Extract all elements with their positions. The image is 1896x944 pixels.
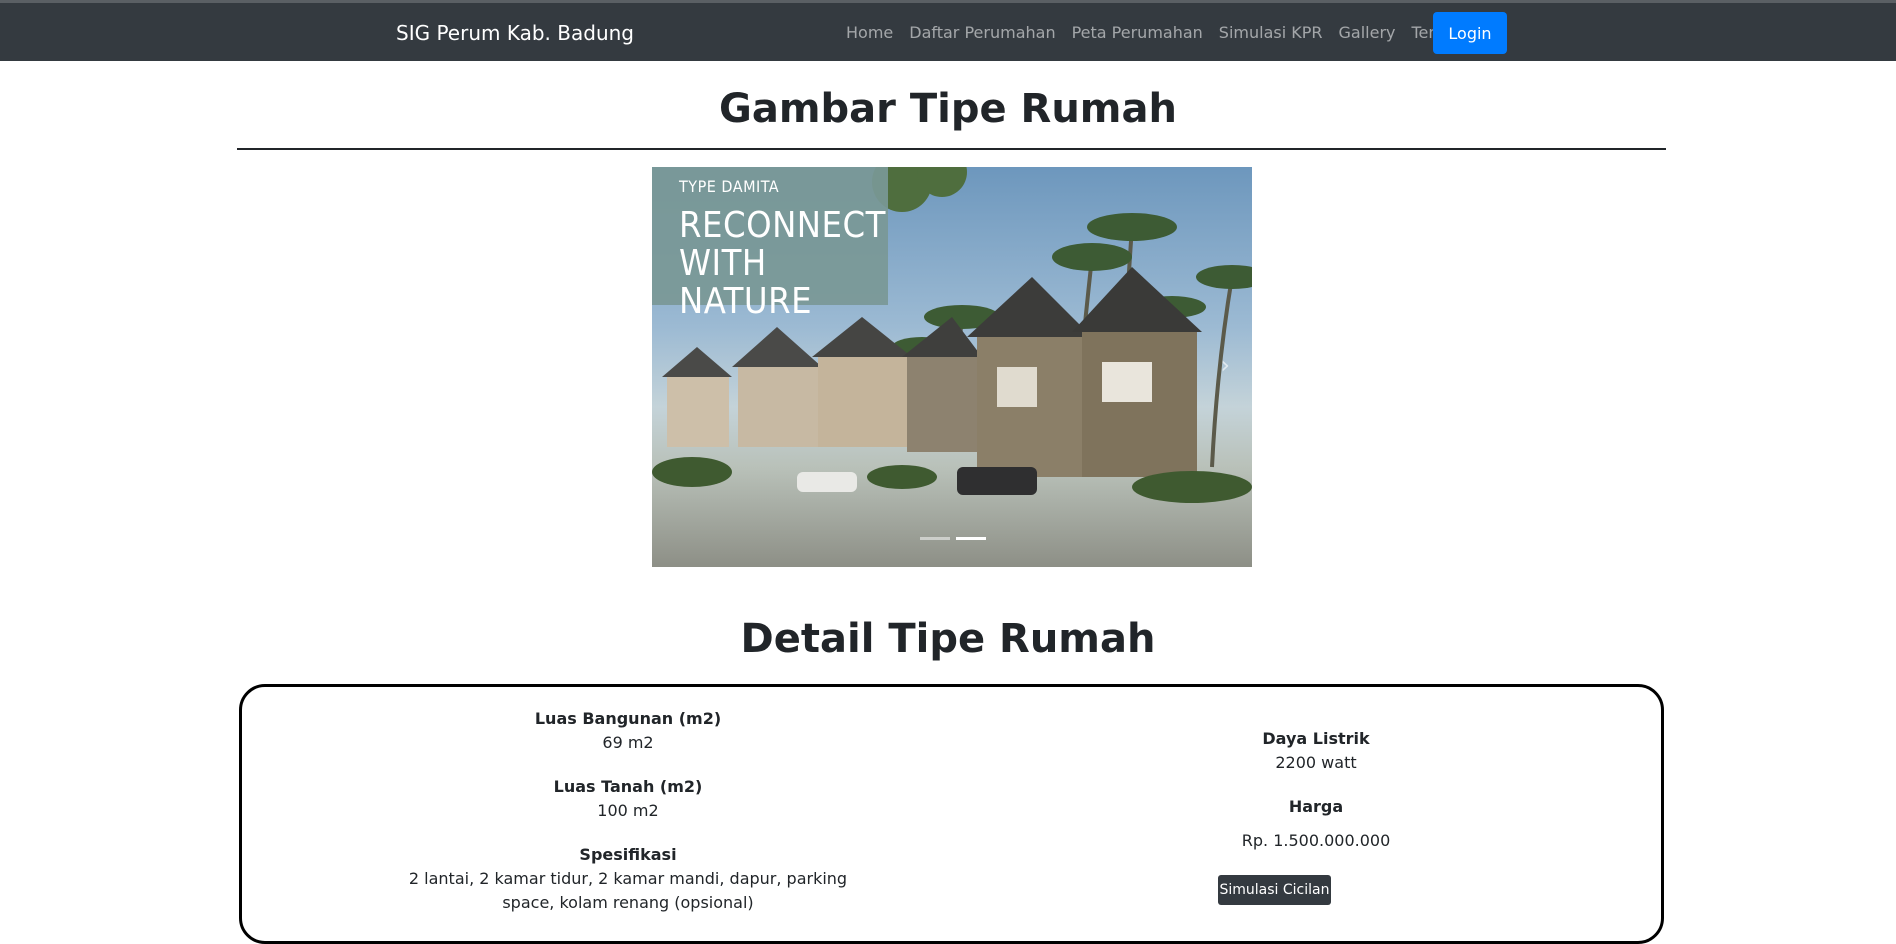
luas-bangunan-label: Luas Bangunan (m2) — [534, 709, 722, 728]
simulasi-cicilan-button[interactable]: Simulasi Cicilan — [1218, 875, 1331, 905]
slide-caption-box: TYPE DAMITA RECONNECT WITH NATURE — [652, 167, 888, 321]
navbar: SIG Perum Kab. Badung Home Daftar Peruma… — [0, 0, 1896, 61]
nav-daftar-perumahan[interactable]: Daftar Perumahan — [909, 23, 1055, 42]
daya-listrik-value: 2200 watt — [1275, 753, 1357, 772]
luas-tanah-field: Luas Tanah (m2) 100 m2 — [382, 775, 874, 823]
slide-caption-line1: RECONNECT — [679, 205, 886, 246]
brand-link[interactable]: SIG Perum Kab. Badung — [396, 21, 634, 45]
carousel-indicator-1[interactable] — [920, 537, 950, 540]
luas-bangunan-field: Luas Bangunan (m2) 69 m2 — [382, 707, 874, 755]
nav-links: Home Daftar Perumahan Peta Perumahan Sim… — [846, 23, 1491, 42]
harga-value: Rp. 1.500.000.000 — [1241, 831, 1391, 850]
gallery-heading: Gambar Tipe Rumah — [719, 86, 1177, 132]
heading-divider — [237, 148, 1666, 150]
harga-label: Harga — [1288, 797, 1344, 816]
daya-listrik-field: Daya Listrik 2200 watt — [1082, 727, 1550, 775]
spesifikasi-field: Spesifikasi 2 lantai, 2 kamar tidur, 2 k… — [382, 843, 874, 915]
carousel-indicators — [920, 537, 986, 540]
nav-peta-perumahan[interactable]: Peta Perumahan — [1072, 23, 1203, 42]
luas-tanah-value: 100 m2 — [597, 801, 659, 820]
house-carousel[interactable]: TYPE DAMITA RECONNECT WITH NATURE › — [652, 167, 1252, 567]
daya-listrik-label: Daya Listrik — [1262, 729, 1370, 748]
carousel-indicator-2[interactable] — [956, 537, 986, 540]
harga-field: Harga — [1082, 795, 1550, 819]
spesifikasi-label: Spesifikasi — [579, 845, 677, 864]
nav-gallery[interactable]: Gallery — [1339, 23, 1396, 42]
detail-heading: Detail Tipe Rumah — [740, 616, 1156, 662]
slide-caption-type: TYPE DAMITA — [679, 177, 780, 196]
login-button[interactable]: Login — [1433, 12, 1507, 54]
nav-simulasi-kpr[interactable]: Simulasi KPR — [1219, 23, 1323, 42]
luas-tanah-label: Luas Tanah (m2) — [553, 777, 703, 796]
spesifikasi-value: 2 lantai, 2 kamar tidur, 2 kamar mandi, … — [408, 869, 848, 912]
nav-home[interactable]: Home — [846, 23, 893, 42]
luas-bangunan-value: 69 m2 — [602, 733, 654, 752]
chevron-right-icon[interactable]: › — [1220, 351, 1230, 379]
slide-caption-line2: WITH NATURE — [679, 243, 813, 322]
